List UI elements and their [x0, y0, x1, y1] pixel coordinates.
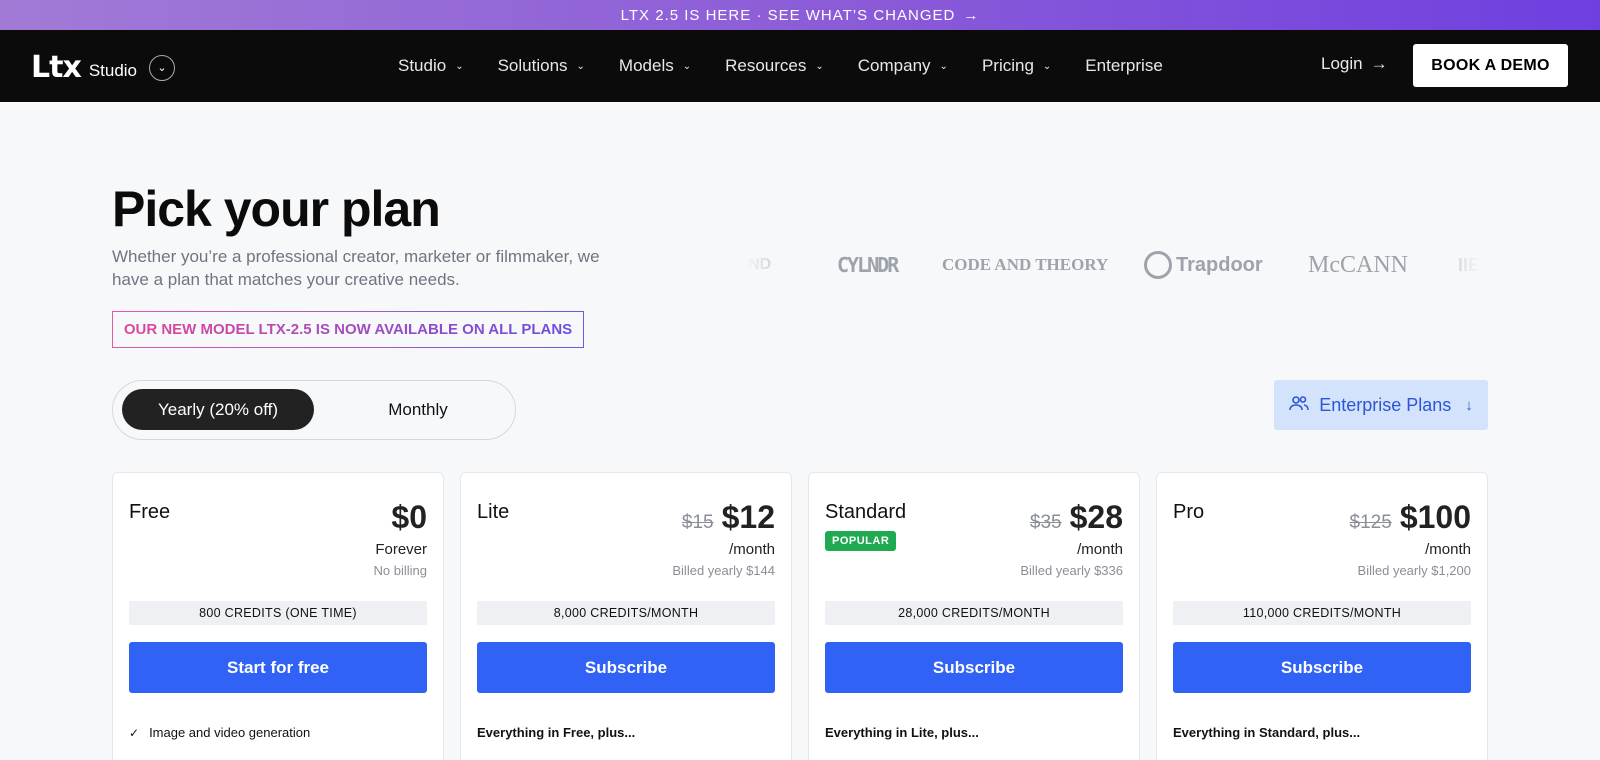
logo-mark: Ltx	[31, 50, 82, 85]
subscribe-button[interactable]: Subscribe	[1173, 642, 1471, 693]
enterprise-plans-label: Enterprise Plans	[1319, 394, 1452, 415]
toggle-yearly[interactable]: Yearly (20% off)	[122, 389, 314, 430]
credits-badge: 800 CREDITS (ONE TIME)	[129, 601, 427, 625]
main-menu: Studio ⌄ Solutions ⌄ Models ⌄ Resources ⌄ Co…	[398, 30, 1197, 102]
logo[interactable]: Ltx Studio ⌄	[31, 50, 176, 85]
client-logos-carousel: RAND CYLNDR CODE AND THEORY Trapdoor McC…	[745, 245, 1480, 285]
plan-card-lite: Lite $15 $12 /month Billed yearly $144 8…	[460, 472, 792, 760]
billing-note: Billed yearly $1,200	[1357, 563, 1471, 578]
model-announcement-banner: OUR NEW MODEL LTX-2.5 IS NOW AVAILABLE O…	[112, 311, 584, 348]
original-price: $15	[681, 512, 714, 533]
nav-item-models[interactable]: Models ⌄	[619, 56, 691, 76]
page-title: Pick your plan	[112, 181, 441, 237]
login-link[interactable]: Login →	[1321, 54, 1388, 74]
feature-text: Image and video generation	[149, 725, 311, 740]
billing-note: No billing	[373, 563, 427, 578]
arrow-right-icon: →	[1370, 54, 1388, 73]
client-logo: RAND	[745, 256, 772, 273]
original-price: $35	[1029, 512, 1062, 533]
original-price: $125	[1349, 512, 1392, 533]
toggle-monthly[interactable]: Monthly	[328, 389, 508, 430]
subscribe-button[interactable]: Subscribe	[477, 642, 775, 693]
chevron-down-icon: ⌄	[1042, 60, 1052, 72]
credits-badge: 28,000 CREDITS/MONTH	[825, 601, 1123, 625]
plan-name: Pro	[1173, 501, 1205, 523]
chevron-down-icon: ⌄	[682, 60, 692, 72]
feature-heading: Everything in Lite, plus...	[825, 725, 979, 740]
feature-heading: Everything in Free, plus...	[477, 725, 636, 740]
price-period: Forever	[375, 541, 427, 558]
check-icon: ✓	[129, 725, 140, 740]
plan-price: $125 $100	[1350, 499, 1471, 536]
current-price: $12	[721, 499, 775, 535]
client-logo: IIE	[1458, 254, 1480, 275]
price-period: /month	[1077, 541, 1123, 558]
billing-note: Billed yearly $144	[672, 563, 775, 578]
current-price: $0	[391, 499, 427, 535]
feature-heading: Everything in Standard, plus...	[1173, 725, 1361, 740]
billing-period-toggle: Yearly (20% off) Monthly	[112, 380, 516, 440]
credits-badge: 110,000 CREDITS/MONTH	[1173, 601, 1471, 625]
client-logo-cylndr: CYLNDR	[837, 253, 899, 277]
arrow-down-icon: ↓	[1465, 396, 1473, 414]
feature-item: ✓ Image and video generation	[129, 725, 310, 740]
popular-badge: POPULAR	[825, 531, 897, 551]
current-price: $100	[1399, 499, 1471, 535]
nav-item-resources[interactable]: Resources ⌄	[725, 56, 824, 76]
chevron-down-icon: ⌄	[815, 60, 824, 72]
client-logo-trapdoor: Trapdoor	[1144, 251, 1308, 279]
price-period: /month	[729, 541, 775, 558]
plan-card-standard: Standard POPULAR $35 $28 /month Billed y…	[808, 472, 1140, 760]
announcement-text: LTX 2.5 IS HERE · SEE WHAT’S CHANGED	[620, 6, 956, 24]
plan-price: $0	[391, 499, 427, 536]
nav-item-company[interactable]: Company ⌄	[858, 56, 948, 76]
plan-card-free: Free $0 Forever No billing 800 CREDITS (…	[112, 472, 444, 760]
users-icon	[1289, 395, 1310, 415]
billing-note: Billed yearly $336	[1020, 563, 1123, 578]
chevron-down-icon: ⌄	[939, 60, 948, 72]
current-price: $28	[1069, 499, 1123, 535]
plan-name: Standard	[825, 501, 907, 523]
top-nav: Ltx Studio ⌄ Studio ⌄ Solutions ⌄ Models ⌄ …	[0, 30, 1600, 102]
plan-name: Free	[129, 501, 171, 523]
announcement-bar[interactable]: LTX 2.5 IS HERE · SEE WHAT’S CHANGED →	[0, 0, 1600, 30]
nav-item-pricing[interactable]: Pricing ⌄	[982, 56, 1051, 76]
subscribe-button[interactable]: Subscribe	[825, 642, 1123, 693]
chevron-down-icon: ⌄	[455, 60, 464, 72]
start-for-free-button[interactable]: Start for free	[129, 642, 427, 693]
client-logo-mccann: McCANN	[1308, 251, 1408, 278]
logo-studio-text: Studio	[88, 60, 138, 80]
arrow-right-icon: →	[963, 6, 980, 24]
nav-item-studio[interactable]: Studio ⌄	[398, 56, 464, 76]
page-subtitle: Whether you’re a professional creator, m…	[112, 247, 600, 289]
book-demo-button[interactable]: BOOK A DEMO	[1413, 44, 1568, 87]
chevron-down-icon: ⌄	[576, 60, 585, 72]
credits-badge: 8,000 CREDITS/MONTH	[477, 601, 775, 625]
plan-price: $35 $28	[1030, 499, 1123, 536]
trapdoor-mark-icon	[1144, 251, 1172, 279]
nav-item-enterprise[interactable]: Enterprise	[1085, 56, 1162, 76]
plan-name: Lite	[477, 501, 510, 523]
client-logo-code-and-theory: CODE AND THEORY	[942, 255, 1109, 274]
model-announcement-text: OUR NEW MODEL LTX-2.5 IS NOW AVAILABLE O…	[123, 321, 573, 338]
chevron-down-icon[interactable]: ⌄	[149, 54, 176, 81]
price-period: /month	[1425, 541, 1471, 558]
enterprise-plans-button[interactable]: Enterprise Plans ↓	[1274, 380, 1488, 430]
nav-item-solutions[interactable]: Solutions ⌄	[498, 56, 585, 76]
plan-price: $15 $12	[682, 499, 775, 536]
plan-card-pro: Pro $125 $100 /month Billed yearly $1,20…	[1156, 472, 1488, 760]
